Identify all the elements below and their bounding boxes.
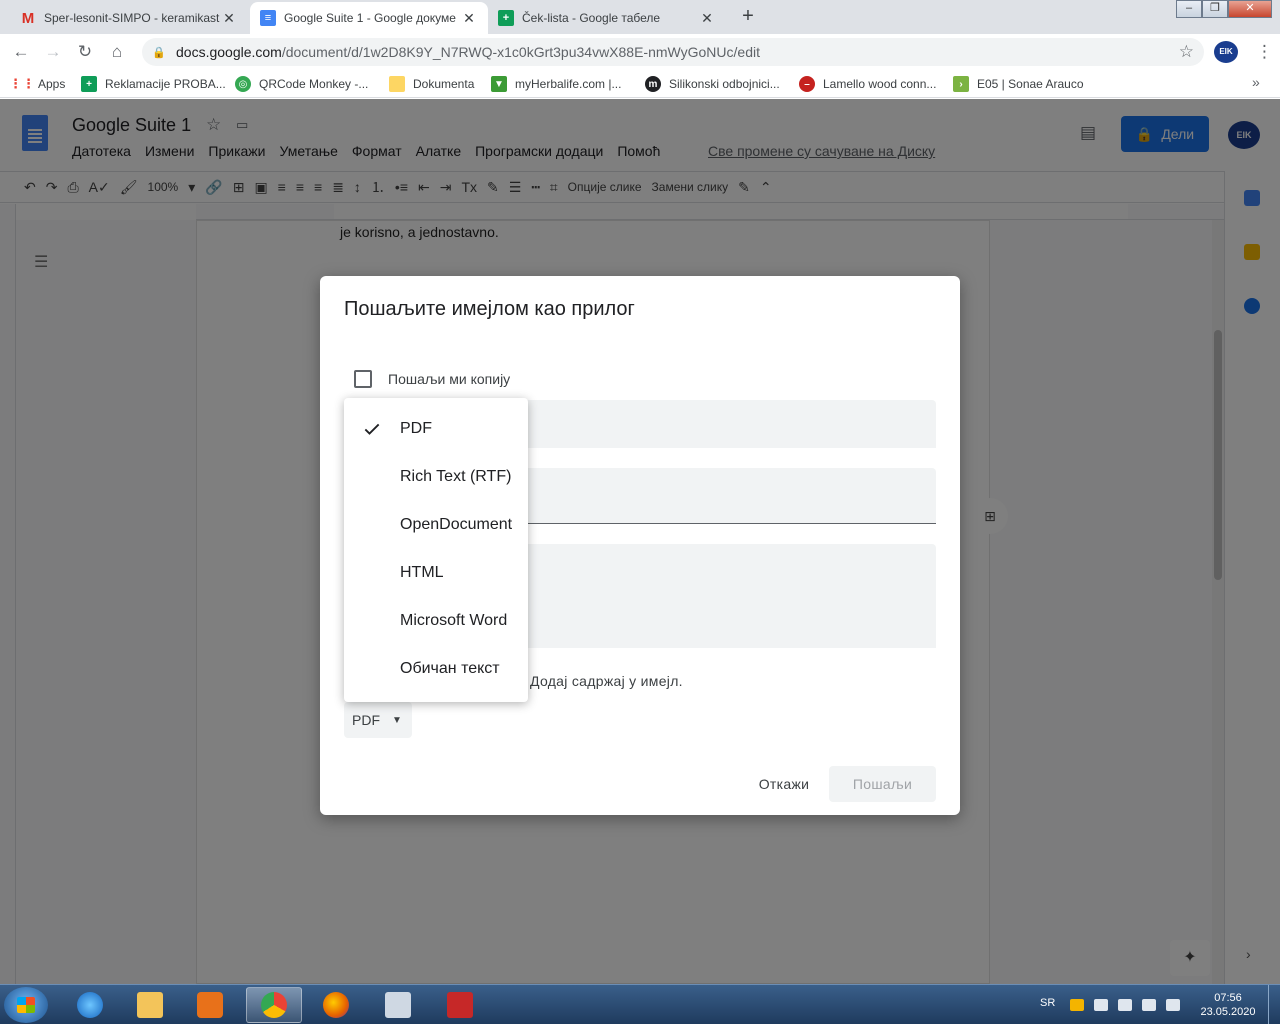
bookmark-silikonski-odbojnici[interactable]: m Silikonski odbojnici... xyxy=(645,75,780,93)
language-indicator[interactable]: SR xyxy=(1040,997,1055,1009)
reload-icon[interactable]: ↻ xyxy=(74,41,96,63)
apps-grid-icon: ⋮⋮ xyxy=(9,76,35,91)
lamello-icon: – xyxy=(799,76,815,92)
bookmarks-overflow-icon[interactable]: » xyxy=(1252,74,1260,90)
maximize-button[interactable]: ❐ xyxy=(1202,0,1228,18)
taskbar-calculator[interactable] xyxy=(370,987,426,1023)
checkmark-icon xyxy=(364,423,380,435)
folder-icon xyxy=(389,76,405,92)
chrome-icon xyxy=(261,992,287,1018)
bookmark-dokumenta[interactable]: Dokumenta xyxy=(389,75,474,93)
sheets-icon: + xyxy=(81,76,97,92)
tab-google-docs[interactable]: ≡ Google Suite 1 - Google докуме ✕ xyxy=(250,2,488,34)
taskbar-firefox[interactable] xyxy=(308,987,364,1023)
sonae-icon: › xyxy=(953,76,969,92)
lock-icon: 🔒 xyxy=(152,46,166,59)
folder-icon xyxy=(137,992,163,1018)
bookmark-lamello[interactable]: – Lamello wood conn... xyxy=(799,75,936,93)
bookmark-qrcode-monkey[interactable]: ◎ QRCode Monkey -... xyxy=(235,75,368,93)
calculator-icon xyxy=(385,992,411,1018)
format-select[interactable]: PDF ▼ xyxy=(344,702,412,738)
home-icon[interactable]: ⌂ xyxy=(106,41,128,63)
url-text: docs.google.com/document/d/1w2D8K9Y_N7RW… xyxy=(176,44,760,60)
tray-network-icon[interactable] xyxy=(1094,999,1108,1011)
bookmark-myherbalife[interactable]: ▼ myHerbalife.com |... xyxy=(491,75,621,93)
sheets-icon: + xyxy=(498,10,514,26)
tab-title: Google Suite 1 - Google докуме xyxy=(284,11,456,25)
forward-arrow-icon[interactable]: → xyxy=(42,41,64,63)
tab-google-sheets[interactable]: + Ček-lista - Google табеле ✕ xyxy=(488,2,726,34)
new-tab-button[interactable]: + xyxy=(736,5,760,29)
media-player-icon xyxy=(197,992,223,1018)
format-option-opendocument[interactable]: OpenDocument xyxy=(344,501,528,549)
add-content-label: Додај садржај у имејл. xyxy=(530,673,683,689)
close-icon[interactable]: ✕ xyxy=(460,10,478,27)
more-menu-icon[interactable]: ⋮ xyxy=(1256,42,1273,62)
start-button[interactable] xyxy=(4,987,48,1023)
format-option-plain-text[interactable]: Обичан текст xyxy=(344,645,528,693)
tab-title: Ček-lista - Google табеле xyxy=(522,11,661,25)
app-m-icon xyxy=(447,992,473,1018)
minimize-button[interactable]: – xyxy=(1176,0,1202,18)
chevron-down-icon: ▼ xyxy=(392,714,402,726)
address-bar[interactable]: 🔒 docs.google.com/document/d/1w2D8K9Y_N7… xyxy=(142,38,1204,66)
close-icon[interactable]: ✕ xyxy=(220,10,238,27)
send-copy-label: Пошаљи ми копију xyxy=(388,371,511,387)
cancel-button[interactable]: Откажи xyxy=(748,766,820,802)
show-desktop-button[interactable] xyxy=(1268,985,1280,1024)
dialog-title: Пошаљите имејлом као прилог xyxy=(344,298,635,320)
format-option-rtf[interactable]: Rich Text (RTF) xyxy=(344,453,528,501)
back-arrow-icon[interactable]: ← xyxy=(10,41,32,63)
bookmark-sonae-arauco[interactable]: › E05 | Sonae Arauco xyxy=(953,75,1084,93)
tab-title: Sper-lesonit-SIMPO - keramikast xyxy=(44,11,220,25)
qrcode-icon: ◎ xyxy=(235,76,251,92)
taskbar-media-player[interactable] xyxy=(182,987,238,1023)
format-dropdown-menu: PDF Rich Text (RTF) OpenDocument HTML Mi… xyxy=(344,398,528,702)
taskbar-app[interactable] xyxy=(432,987,488,1023)
taskbar-chrome[interactable] xyxy=(246,987,302,1023)
gmail-icon: M xyxy=(21,9,35,27)
format-option-pdf[interactable]: PDF xyxy=(344,405,528,453)
windows-taskbar: SR 07:56 23.05.2020 xyxy=(0,984,1280,1024)
close-icon[interactable]: ✕ xyxy=(698,10,716,27)
send-copy-checkbox[interactable] xyxy=(354,370,372,388)
bookmark-apps[interactable]: ⋮⋮ Apps xyxy=(9,75,65,93)
tab-gmail[interactable]: M Sper-lesonit-SIMPO - keramikast ✕ xyxy=(10,2,248,34)
tray-volume-icon[interactable] xyxy=(1166,999,1180,1011)
browser-tab-strip: M Sper-lesonit-SIMPO - keramikast ✕ ≡ Go… xyxy=(0,0,1280,34)
taskbar-ie[interactable] xyxy=(62,987,118,1023)
herbalife-icon: ▼ xyxy=(491,76,507,92)
tray-flag-icon[interactable] xyxy=(1118,999,1132,1011)
tray-app-icon[interactable] xyxy=(1070,999,1084,1011)
docs-icon: ≡ xyxy=(260,10,276,26)
format-option-html[interactable]: HTML xyxy=(344,549,528,597)
internet-explorer-icon xyxy=(77,992,103,1018)
firefox-icon xyxy=(323,992,349,1018)
bookmark-star-icon[interactable]: ☆ xyxy=(1179,42,1194,62)
send-copy-row[interactable]: Пошаљи ми копију xyxy=(354,370,510,388)
system-clock[interactable]: 07:56 23.05.2020 xyxy=(1198,991,1258,1019)
taskbar-explorer[interactable] xyxy=(122,987,178,1023)
tray-display-icon[interactable] xyxy=(1142,999,1156,1011)
bookmark-reklamacije[interactable]: + Reklamacije PROBA... xyxy=(81,75,226,93)
bookmarks-bar: ⋮⋮ Apps + Reklamacije PROBA... ◎ QRCode … xyxy=(0,70,1280,98)
site-icon: m xyxy=(645,76,661,92)
profile-avatar[interactable]: EIK xyxy=(1214,41,1238,63)
browser-toolbar: ← → ↻ ⌂ 🔒 docs.google.com/document/d/1w2… xyxy=(0,34,1280,70)
send-button[interactable]: Пошаљи xyxy=(829,766,936,802)
window-close-button[interactable]: ✕ xyxy=(1228,0,1272,18)
format-option-word[interactable]: Microsoft Word xyxy=(344,597,528,645)
